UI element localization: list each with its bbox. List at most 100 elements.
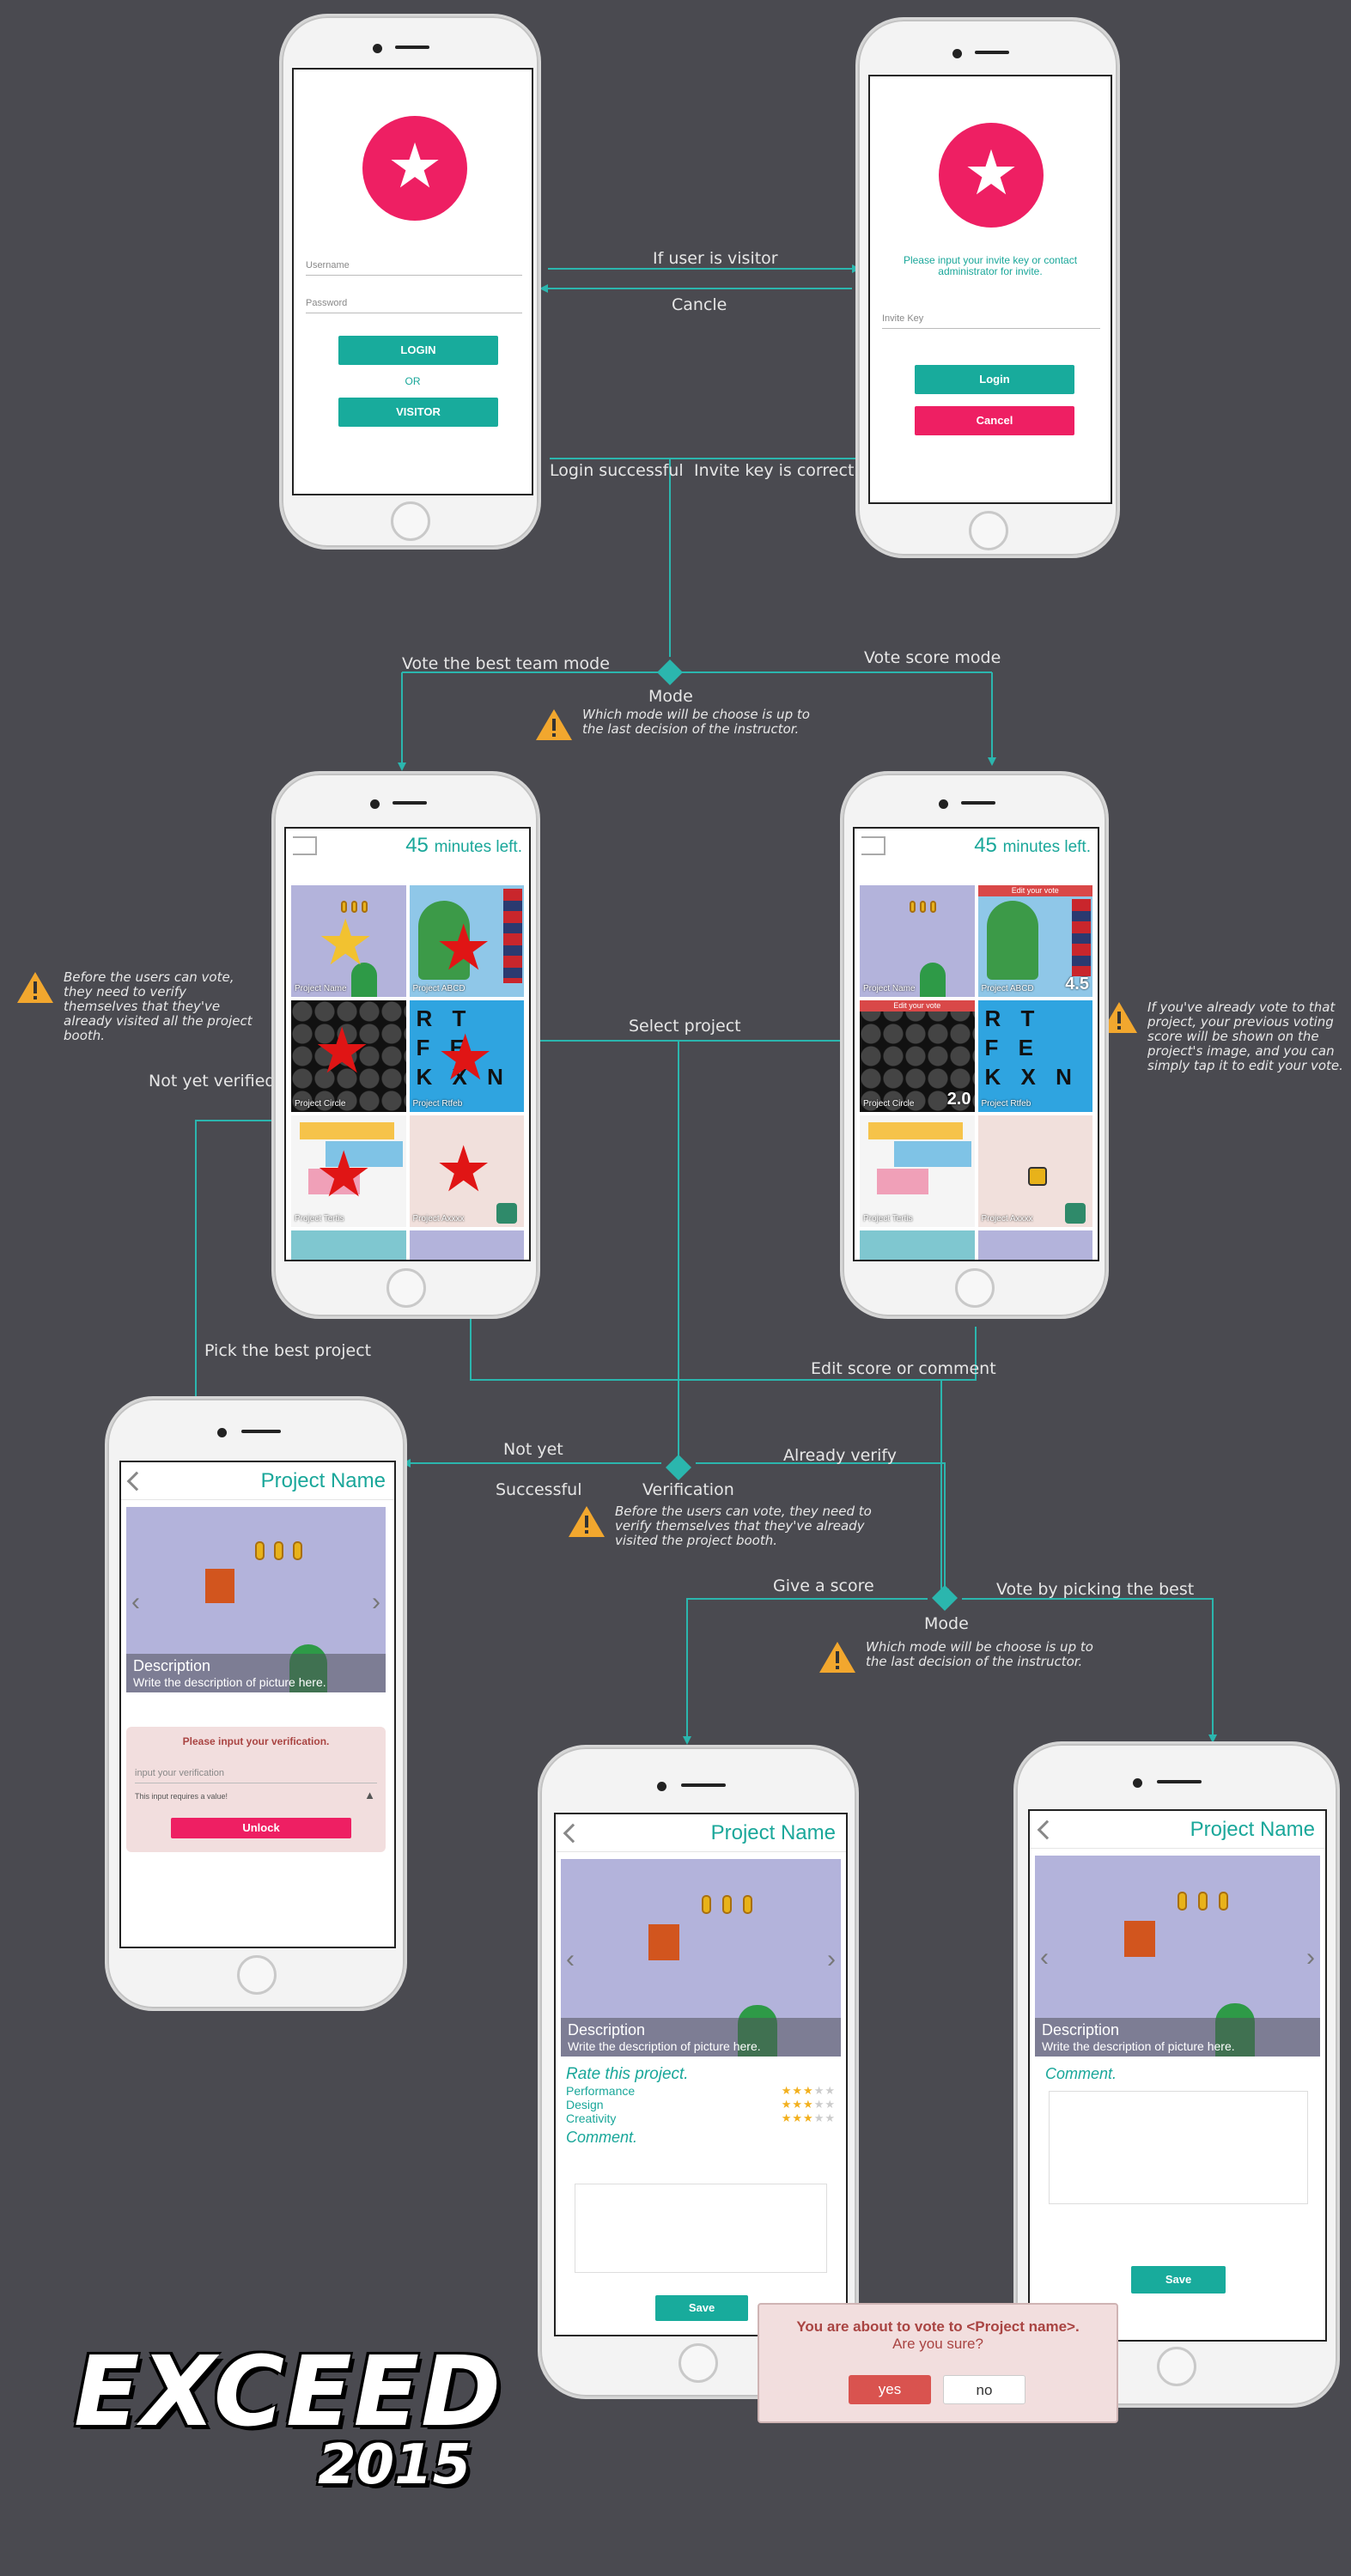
project-tile[interactable]: ★ Project Axxxx xyxy=(409,1115,524,1227)
criterion-row: Creativity ★★★★★ xyxy=(566,2111,836,2125)
project-tile[interactable]: R TF EK X N ★ Project Rtfeb xyxy=(409,1000,524,1112)
project-picture: ‹ › Description Write the description of… xyxy=(126,1507,386,1692)
home-button[interactable] xyxy=(391,501,430,541)
project-tile[interactable]: Edit your vote 2.0 Project Circle xyxy=(860,1000,975,1112)
project-tile[interactable]: ★ Project ABCD xyxy=(409,885,524,997)
prev-picture-icon[interactable]: ‹ xyxy=(1040,1945,1049,1971)
camera-icon xyxy=(373,44,382,53)
rating-star-icon[interactable]: ★ xyxy=(803,2084,814,2097)
rating-star-icon[interactable]: ★ xyxy=(782,2111,793,2124)
flow-label-login-successful: Login successful xyxy=(550,461,684,480)
rating-star-icon[interactable]: ★ xyxy=(825,2111,836,2124)
back-icon[interactable] xyxy=(563,1823,583,1843)
home-button[interactable] xyxy=(679,2343,718,2383)
flow-label-not-yet: Not yet xyxy=(503,1440,563,1459)
criterion-row: Design ★★★★★ xyxy=(566,2098,836,2111)
tetris-block xyxy=(894,1141,971,1167)
selected-star-icon: ★ xyxy=(317,907,374,978)
rating-star-icon[interactable]: ★ xyxy=(803,2111,814,2124)
coin-icon xyxy=(1198,1892,1208,1911)
home-button[interactable] xyxy=(969,511,1008,550)
home-button[interactable] xyxy=(955,1268,995,1308)
next-picture-icon[interactable]: › xyxy=(1306,1945,1315,1971)
project-tile[interactable]: ★ Project Circle xyxy=(291,1000,406,1112)
project-tile[interactable]: Project Tertis xyxy=(860,1115,975,1227)
prev-picture-icon[interactable]: ‹ xyxy=(566,1947,575,1972)
coin-icon xyxy=(722,1895,732,1914)
rating-star-icon[interactable]: ★ xyxy=(825,2098,836,2111)
comment-input[interactable] xyxy=(575,2184,827,2273)
coin-icon xyxy=(274,1541,283,1560)
back-icon[interactable] xyxy=(126,1471,147,1491)
home-button[interactable] xyxy=(1157,2347,1196,2386)
phone-project-list-best-team: 45 minutes left. ★ Project Name ★ Projec… xyxy=(271,771,540,1319)
verification-input[interactable]: input your verification xyxy=(135,1768,377,1783)
star-rating[interactable]: ★★★★★ xyxy=(782,2098,836,2111)
invite-key-field[interactable]: Invite Key xyxy=(882,313,1100,329)
rating-star-icon[interactable]: ★ xyxy=(825,2084,836,2097)
rating-star-icon[interactable]: ★ xyxy=(814,2084,825,2097)
edit-vote-label[interactable]: Edit your vote xyxy=(860,1000,975,1012)
invite-cancel-button[interactable]: Cancel xyxy=(915,406,1074,435)
rating-star-icon[interactable]: ★ xyxy=(782,2098,793,2111)
next-picture-icon[interactable]: › xyxy=(827,1947,836,1972)
exceed-logo: EXCEED xyxy=(74,2336,503,2448)
prev-picture-icon[interactable]: ‹ xyxy=(131,1589,140,1615)
project-tile[interactable]: Project Axxxx xyxy=(977,1115,1092,1227)
star-rating[interactable]: ★★★★★ xyxy=(782,2111,836,2125)
logout-icon[interactable] xyxy=(293,836,317,855)
flow-label-cancle: Cancle xyxy=(672,295,727,314)
project-tile[interactable]: ★ Project Name xyxy=(291,885,406,997)
next-picture-icon[interactable]: › xyxy=(372,1589,380,1615)
confirm-yes-button[interactable]: yes xyxy=(849,2375,931,2404)
invite-login-button[interactable]: Login xyxy=(915,365,1074,394)
project-tile[interactable]: ★ Project Tertis xyxy=(291,1115,406,1227)
project-tile[interactable]: Edit your vote 4.5 Project ABCD xyxy=(977,885,1092,997)
home-button[interactable] xyxy=(386,1268,426,1308)
rating-star-icon[interactable]: ★ xyxy=(792,2111,803,2124)
flow-label-vote-by-picking-best: Vote by picking the best xyxy=(996,1580,1195,1599)
rating-star-icon[interactable]: ★ xyxy=(803,2098,814,2111)
phone-project-list-score: 45 minutes left. Project Name Edit your … xyxy=(840,771,1109,1319)
project-name: Project Axxxx xyxy=(981,1214,1033,1224)
edit-vote-label[interactable]: Edit your vote xyxy=(977,885,1092,896)
project-tile[interactable] xyxy=(291,1230,406,1260)
save-button[interactable]: Save xyxy=(655,2295,748,2321)
flow-label-vote-best-team-mode: Vote the best team mode xyxy=(402,654,610,673)
save-button[interactable]: Save xyxy=(1131,2266,1226,2293)
star-rating[interactable]: ★★★★★ xyxy=(782,2084,836,2098)
project-tile[interactable]: R TF EK X N Project Rtfeb xyxy=(977,1000,1092,1112)
phone-login: ★ Username Password LOGIN OR VISITOR xyxy=(279,14,541,550)
flow-label-pick-best-project: Pick the best project xyxy=(204,1341,372,1360)
criterion-label: Design xyxy=(566,2098,604,2111)
rating-star-icon[interactable]: ★ xyxy=(792,2084,803,2097)
project-tile[interactable]: Project Name xyxy=(860,885,975,997)
flow-label-vote-score-mode: Vote score mode xyxy=(864,648,1001,667)
login-button[interactable]: LOGIN xyxy=(338,336,498,365)
note-verify-center-text: Before the users can vote, they need to … xyxy=(615,1504,872,1548)
unlock-button[interactable]: Unlock xyxy=(171,1818,351,1838)
picture-description: Description Write the description of pic… xyxy=(1035,2018,1320,2057)
criterion-label: Creativity xyxy=(566,2111,617,2125)
back-icon[interactable] xyxy=(1037,1820,1057,1839)
rating-star-icon[interactable]: ★ xyxy=(782,2084,793,2097)
logout-icon[interactable] xyxy=(861,836,885,855)
password-field[interactable]: Password xyxy=(306,298,522,313)
letters-picture: R TF EK X N xyxy=(984,1005,1079,1090)
username-field[interactable]: Username xyxy=(306,260,522,276)
home-button[interactable] xyxy=(237,1955,277,1995)
app-logo-star-icon: ★ xyxy=(362,116,467,221)
rating-star-icon[interactable]: ★ xyxy=(792,2098,803,2111)
exceed-logo-year: 2015 xyxy=(318,2433,472,2497)
rating-star-icon[interactable]: ★ xyxy=(814,2111,825,2124)
visitor-button[interactable]: VISITOR xyxy=(338,398,498,427)
note-verify-left: Before the users can vote, they need to … xyxy=(15,970,265,1043)
pipe-decoration xyxy=(920,963,946,997)
block-picture xyxy=(496,1203,517,1224)
project-tile[interactable] xyxy=(977,1230,1092,1260)
comment-input[interactable] xyxy=(1049,2091,1308,2204)
project-tile[interactable] xyxy=(860,1230,975,1260)
confirm-no-button[interactable]: no xyxy=(943,2375,1025,2404)
rating-star-icon[interactable]: ★ xyxy=(814,2098,825,2111)
project-tile[interactable] xyxy=(409,1230,524,1260)
